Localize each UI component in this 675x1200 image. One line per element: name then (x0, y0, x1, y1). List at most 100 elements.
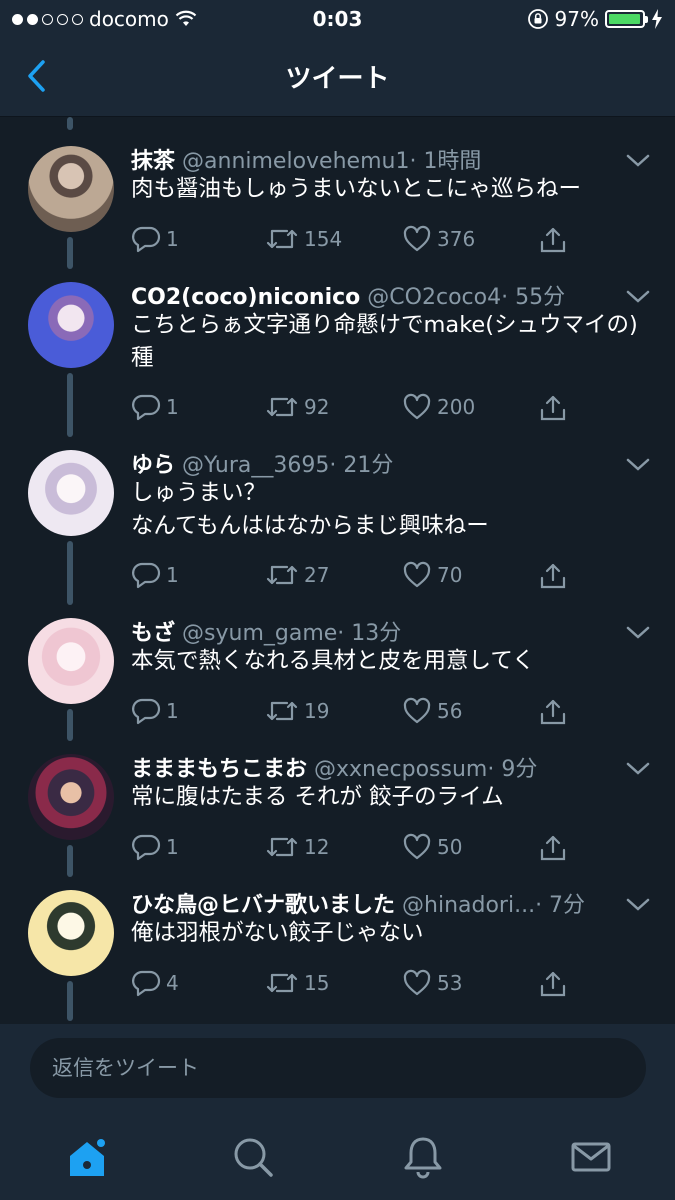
tweet-text: 俺は羽根がない餃子じゃない (131, 920, 424, 946)
reply-icon (132, 698, 161, 725)
tweet-header: もざ @syum_game· 13分 (131, 615, 401, 647)
nav-bar: ツイート (0, 38, 675, 117)
retweet-button[interactable]: 19 (265, 697, 329, 725)
share-button[interactable] (538, 393, 568, 423)
tweet-time: · 55分 (501, 285, 566, 310)
tweet-actions: 1 92 200 (131, 393, 631, 423)
tweet-author-name[interactable]: まままもちこまお (131, 757, 307, 782)
share-button[interactable] (538, 225, 568, 255)
retweet-icon (266, 229, 298, 249)
reply-input[interactable] (30, 1038, 646, 1098)
like-button[interactable]: 50 (402, 833, 462, 861)
avatar[interactable] (28, 282, 114, 368)
retweet-icon (266, 701, 298, 721)
share-icon (540, 971, 566, 997)
share-icon (540, 835, 566, 861)
tweet[interactable]: ひな鳥@ヒバナ歌いました @hinadori...· 7分 俺は羽根がない餃子じ… (0, 877, 675, 1024)
chevron-down-icon[interactable] (625, 625, 651, 641)
tweet[interactable]: CO2(coco)niconico @CO2coco4· 55分 こちとらぁ文字… (0, 269, 675, 437)
like-button[interactable]: 70 (402, 561, 462, 589)
tweet-author-name[interactable]: ゆら (131, 453, 175, 478)
reply-icon (132, 562, 161, 589)
retweet-count: 27 (304, 563, 330, 587)
like-button[interactable]: 53 (402, 969, 462, 997)
tweet-handle[interactable]: @CO2coco4 (367, 285, 501, 310)
like-icon (403, 969, 431, 996)
retweet-button[interactable]: 154 (265, 225, 342, 253)
reply-icon (132, 834, 161, 861)
charging-bolt-icon (652, 9, 662, 29)
retweet-button[interactable]: 15 (265, 969, 329, 997)
avatar[interactable] (28, 890, 114, 976)
avatar[interactable] (28, 618, 114, 704)
tweet[interactable]: まままもちこまお @xxnecpossum· 9分 常に腹はたまる それが 餃子… (0, 741, 675, 877)
chevron-down-icon[interactable] (625, 289, 651, 305)
tweet-author-name[interactable]: 抹茶 (131, 149, 175, 174)
avatar[interactable] (28, 146, 114, 232)
like-button[interactable]: 376 (402, 225, 475, 253)
like-count: 70 (437, 563, 463, 587)
reply-button[interactable]: 1 (131, 833, 179, 861)
reply-button[interactable]: 1 (131, 561, 179, 589)
tweet-author-name[interactable]: CO2(coco)niconico (131, 285, 360, 310)
like-button[interactable]: 200 (402, 393, 475, 421)
tweet-handle[interactable]: @Yura__3695 (182, 453, 329, 478)
reply-button[interactable]: 4 (131, 969, 179, 997)
tweet-author-name[interactable]: ひな鳥@ヒバナ歌いました (131, 893, 395, 918)
tweet-handle[interactable]: @xxnecpossum (314, 757, 487, 782)
retweet-button[interactable]: 12 (265, 833, 329, 861)
reply-icon (132, 394, 161, 421)
like-count: 200 (437, 395, 476, 419)
tweet[interactable]: 抹茶 @annimelovehemu1· 1時間 肉も醤油もしゅうまいないとこに… (0, 117, 675, 269)
orientation-lock-icon (527, 9, 548, 29)
tweet-feed[interactable]: 抹茶 @annimelovehemu1· 1時間 肉も醤油もしゅうまいないとこに… (0, 117, 675, 1024)
chevron-down-icon[interactable] (625, 153, 651, 169)
like-icon (403, 225, 431, 252)
chevron-down-icon[interactable] (625, 897, 651, 913)
like-count: 50 (437, 835, 463, 859)
tweet-actions: 1 12 50 (131, 833, 631, 863)
reply-button[interactable]: 1 (131, 697, 179, 725)
reply-button[interactable]: 1 (131, 225, 179, 253)
reply-icon (132, 970, 161, 997)
share-icon (540, 699, 566, 725)
like-icon (403, 833, 431, 860)
tweet-time: · 13分 (337, 621, 402, 646)
avatar[interactable] (28, 754, 114, 840)
reply-count: 1 (166, 227, 179, 251)
retweet-button[interactable]: 92 (265, 393, 329, 421)
tweet-header: ゆら @Yura__3695· 21分 (131, 447, 393, 479)
mail-icon[interactable] (566, 1132, 616, 1182)
like-button[interactable]: 56 (402, 697, 462, 725)
share-button[interactable] (538, 833, 568, 863)
retweet-icon (266, 565, 298, 585)
bell-icon[interactable] (398, 1132, 448, 1182)
search-icon[interactable] (228, 1132, 278, 1182)
reply-button[interactable]: 1 (131, 393, 179, 421)
home-icon[interactable] (62, 1132, 112, 1182)
share-button[interactable] (538, 697, 568, 727)
tweet[interactable]: ゆら @Yura__3695· 21分 しゅうまい？ なんてもんははなからまじ興… (0, 437, 675, 605)
share-button[interactable] (538, 561, 568, 591)
share-button[interactable] (538, 969, 568, 999)
tweet-author-name[interactable]: もざ (131, 621, 175, 646)
tweet-handle[interactable]: @syum_game (182, 621, 337, 646)
reply-count: 1 (166, 563, 179, 587)
tweet-text: 常に腹はたまる それが 餃子のライム (131, 784, 504, 810)
chevron-down-icon[interactable] (625, 457, 651, 473)
tweet[interactable]: もざ @syum_game· 13分 本気で熱くなれる具材と皮を用意してく 1 … (0, 605, 675, 741)
like-icon (403, 393, 431, 420)
tweet-actions: 4 15 53 (131, 969, 631, 999)
retweet-button[interactable]: 27 (265, 561, 329, 589)
battery-percent: 97% (554, 7, 599, 31)
tweet-header: 抹茶 @annimelovehemu1· 1時間 (131, 143, 481, 175)
tweet-handle[interactable]: @annimelovehemu1 (182, 149, 409, 174)
reply-count: 1 (166, 395, 179, 419)
avatar[interactable] (28, 450, 114, 536)
retweet-count: 19 (304, 699, 330, 723)
share-icon (540, 563, 566, 589)
chevron-down-icon[interactable] (625, 761, 651, 777)
reply-count: 4 (166, 971, 179, 995)
tweet-actions: 1 154 376 (131, 225, 631, 255)
tweet-handle[interactable]: @hinadori... (402, 893, 535, 918)
